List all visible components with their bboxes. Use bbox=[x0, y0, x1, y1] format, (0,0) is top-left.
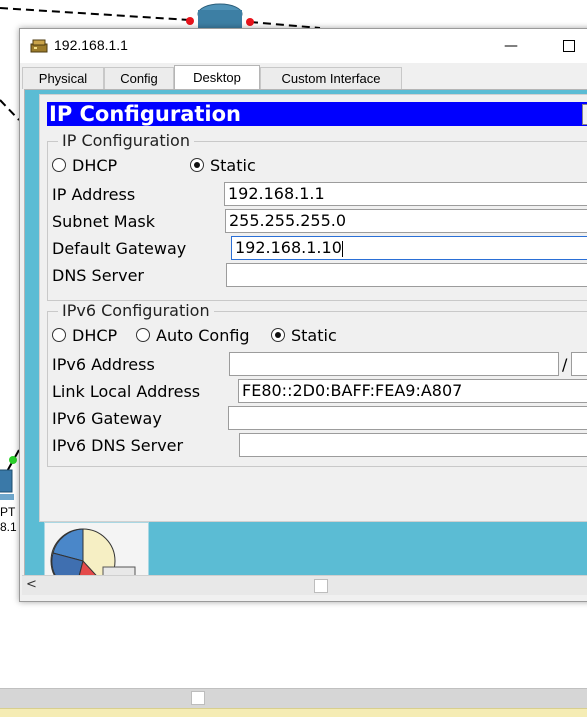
minimize-button[interactable]: — bbox=[500, 35, 522, 57]
pc-icon[interactable] bbox=[0, 469, 14, 500]
ipv6-address-input[interactable] bbox=[229, 352, 559, 376]
node-label: PT 8.1 bbox=[0, 505, 17, 534]
link-endpoint-green-icon bbox=[9, 456, 17, 464]
ipv6-configuration-group: IPv6 Configuration DHCP Auto Config Stat… bbox=[47, 301, 587, 467]
link-endpoint-red-icon bbox=[246, 18, 254, 26]
default-gateway-label: Default Gateway bbox=[52, 239, 187, 258]
dns-server-input[interactable] bbox=[226, 263, 587, 287]
pie-chart-icon bbox=[50, 528, 136, 576]
ip-address-label: IP Address bbox=[52, 185, 136, 204]
text-caret bbox=[341, 240, 343, 257]
ipv6-dns-server-label: IPv6 DNS Server bbox=[52, 436, 184, 455]
default-gateway-value: 192.168.1.10 bbox=[235, 238, 342, 257]
link-local-address-label: Link Local Address bbox=[52, 382, 201, 401]
group-legend: IP Configuration bbox=[58, 131, 194, 150]
dialog-titlebar[interactable]: IP Configuration bbox=[47, 102, 587, 126]
ipv6-gateway-input[interactable] bbox=[228, 406, 587, 430]
subnet-mask-input[interactable]: 255.255.255.0 bbox=[225, 209, 587, 233]
group-legend: IPv6 Configuration bbox=[58, 301, 214, 320]
ipv6-dns-server-input[interactable] bbox=[239, 433, 587, 457]
ipv6-prefix-length-input[interactable] bbox=[571, 352, 587, 376]
window-titlebar[interactable]: 192.168.1.1 — bbox=[20, 29, 587, 63]
desktop-area: Dialer Editor Firewall IP Configuration … bbox=[24, 89, 587, 577]
link-local-address-input[interactable]: FE80::2D0:BAFF:FEA9:A807 bbox=[238, 379, 587, 403]
tab-config[interactable]: Config bbox=[104, 67, 174, 89]
scrollbar-thumb[interactable] bbox=[191, 691, 205, 705]
ipv6-dhcp-radio[interactable] bbox=[52, 328, 66, 342]
subnet-mask-label: Subnet Mask bbox=[52, 212, 156, 231]
prefix-separator: / bbox=[562, 355, 568, 374]
dns-server-label: DNS Server bbox=[52, 266, 144, 285]
tab-physical[interactable]: Physical bbox=[22, 67, 104, 89]
ip-address-input[interactable]: 192.168.1.1 bbox=[224, 182, 587, 206]
scroll-left-arrow-icon[interactable]: < bbox=[26, 577, 37, 592]
ipv6-gateway-label: IPv6 Gateway bbox=[52, 409, 162, 428]
device-window: 192.168.1.1 — Physical Config Desktop Cu… bbox=[19, 28, 587, 602]
dialog-title: IP Configuration bbox=[49, 102, 241, 126]
dhcp-radio-label[interactable]: DHCP bbox=[72, 156, 117, 175]
app-tile[interactable] bbox=[44, 522, 149, 576]
link-endpoint-red-icon bbox=[186, 17, 194, 25]
ipv4-configuration-group: IP Configuration DHCP Static IP Address … bbox=[47, 131, 587, 301]
dhcp-radio[interactable] bbox=[52, 158, 66, 172]
ipv6-mode-selector: DHCP Auto Config Static bbox=[52, 326, 372, 346]
canvas-horizontal-scrollbar[interactable] bbox=[0, 688, 587, 709]
tab-bar: Physical Config Desktop Custom Interface bbox=[22, 65, 582, 90]
scrollbar-thumb[interactable] bbox=[314, 579, 328, 593]
static-radio-label[interactable]: Static bbox=[210, 156, 256, 175]
ipv4-mode-selector: DHCP Static bbox=[52, 156, 352, 176]
device-icon bbox=[30, 39, 48, 53]
ip-configuration-dialog: IP Configuration IP Configuration DHCP S… bbox=[39, 94, 587, 522]
window-horizontal-scrollbar[interactable]: < bbox=[22, 575, 587, 595]
tab-desktop[interactable]: Desktop bbox=[174, 65, 260, 90]
auto-config-radio-label[interactable]: Auto Config bbox=[156, 326, 250, 345]
maximize-icon bbox=[563, 40, 575, 52]
auto-config-radio[interactable] bbox=[136, 328, 150, 342]
static-radio[interactable] bbox=[190, 158, 204, 172]
router-icon[interactable] bbox=[197, 3, 243, 28]
ipv6-static-radio-label[interactable]: Static bbox=[291, 326, 337, 345]
tab-custom-interface[interactable]: Custom Interface bbox=[260, 67, 402, 89]
ipv6-dhcp-radio-label[interactable]: DHCP bbox=[72, 326, 117, 345]
ipv6-address-label: IPv6 Address bbox=[52, 355, 155, 374]
window-title: 192.168.1.1 bbox=[54, 37, 128, 53]
default-gateway-input[interactable]: 192.168.1.10 bbox=[231, 236, 587, 260]
close-button[interactable] bbox=[582, 104, 587, 125]
ipv6-static-radio[interactable] bbox=[271, 328, 285, 342]
maximize-button[interactable] bbox=[558, 35, 580, 57]
